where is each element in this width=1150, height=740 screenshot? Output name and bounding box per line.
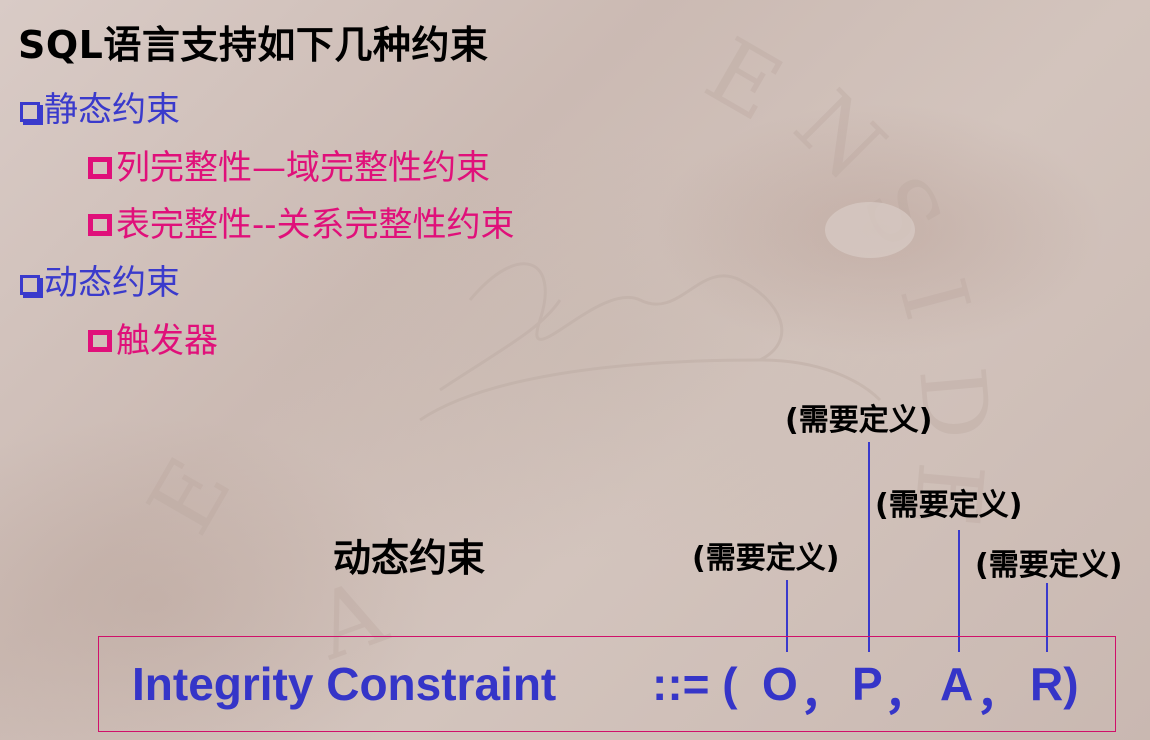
square-bullet-icon [88, 330, 112, 352]
list-item-table-integrity: 表完整性--关系完整性约束 [88, 197, 515, 246]
page-title: SQL语言支持如下几种约束 [18, 23, 489, 67]
note-p: (需要定义) [785, 403, 933, 438]
formula-r: R) [1030, 658, 1079, 710]
note-o: (需要定义) [692, 541, 840, 576]
svg-text:E: E [128, 442, 252, 551]
square-bullet-icon [88, 157, 112, 179]
connector-line-a [958, 530, 960, 652]
formula-o: O [762, 658, 798, 710]
formula-separator: ， [884, 667, 930, 719]
formula-a: A [940, 658, 974, 710]
list-item-trigger: 触发器 [88, 313, 218, 362]
list-item-label: 列完整性—域完整性约束 [116, 148, 490, 188]
list-item-label: 动态约束 [44, 263, 180, 303]
svg-text:I: I [879, 269, 990, 331]
note-r: (需要定义) [975, 548, 1123, 583]
list-item-label: 表完整性--关系完整性约束 [116, 205, 515, 245]
square-bullet-icon [88, 214, 112, 236]
svg-text:E: E [689, 18, 798, 142]
svg-text:N: N [774, 71, 904, 201]
list-item-label: 静态约束 [44, 90, 180, 130]
list-item-dynamic-constraints: 动态约束 [20, 255, 180, 304]
formula-lhs: Integrity Constraint [132, 658, 557, 710]
square-bullet-icon [20, 275, 40, 295]
list-item-column-integrity: 列完整性—域完整性约束 [88, 140, 490, 189]
list-item-static-constraints: 静态约束 [20, 82, 180, 131]
square-bullet-icon [20, 102, 40, 122]
note-a: (需要定义) [875, 488, 1023, 523]
formula-separator: ， [800, 667, 846, 719]
diagram-heading: 动态约束 [333, 536, 486, 580]
connector-line-p [868, 442, 870, 652]
list-item-label: 触发器 [116, 321, 218, 361]
formula-operator: ::= ( [652, 658, 738, 710]
formula-p: P [852, 658, 883, 710]
formula-separator: ， [976, 667, 1022, 719]
